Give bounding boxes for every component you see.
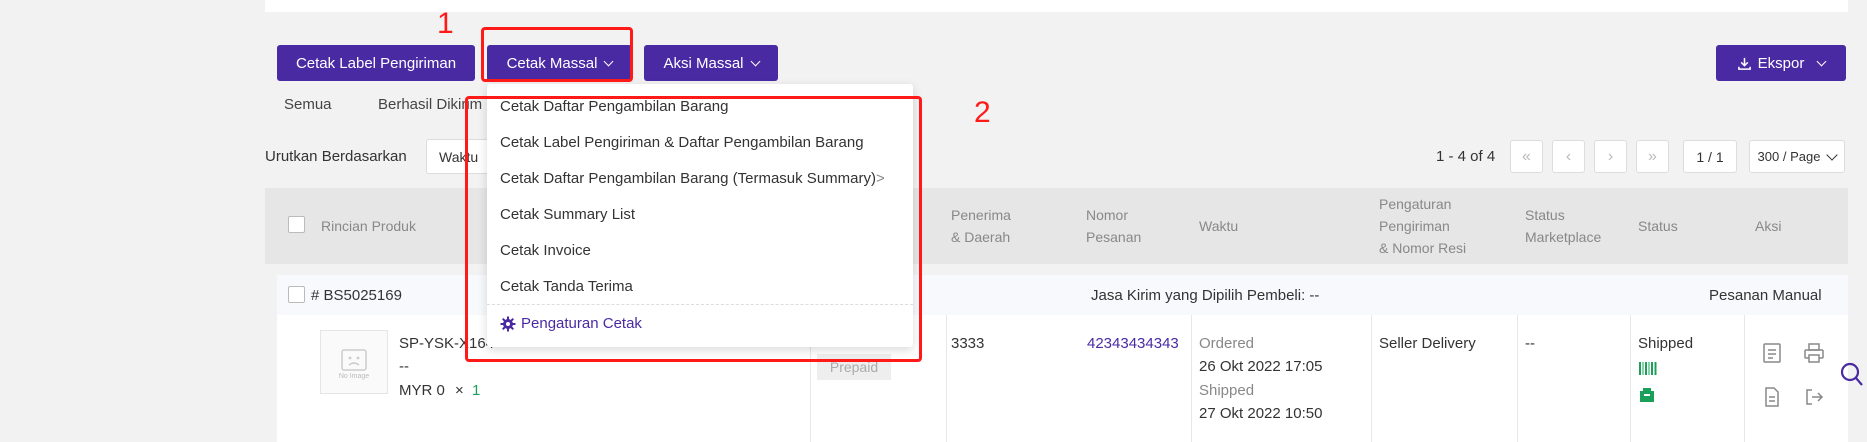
search-icon[interactable] [1840,362,1864,388]
annotation-number-1: 1 [437,7,454,40]
shipped-label: Shipped [1199,382,1255,399]
order-number-link[interactable]: 42343434343 [1087,332,1179,355]
col-receiver-1: Penerima [951,207,1011,223]
per-page-select[interactable]: 300 / Page [1749,140,1845,173]
divider [1517,315,1518,442]
ordered-label: Ordered [1199,335,1255,352]
product-image: No Image [320,330,388,394]
product-variant: -- [399,358,409,375]
quantity-value: 1 [471,382,481,399]
top-card [265,0,1848,12]
print-shipping-label-text: Cetak Label Pengiriman [295,54,457,72]
col-shipping-1: Pengaturan [1379,196,1452,212]
pagination-range: 1 - 4 of 4 [1436,148,1496,165]
col-shipping-3: & Nomor Resi [1379,240,1467,256]
chevron-down-icon [1826,148,1839,161]
return-icon[interactable] [1803,386,1825,408]
export-button[interactable]: Ekspor [1716,45,1846,81]
col-status: Status [1638,218,1678,234]
courier-note: Jasa Kirim yang Dipilih Pembeli: -- [1091,287,1320,304]
print-shipping-label-button[interactable]: Cetak Label Pengiriman [277,45,475,81]
next-page-icon[interactable]: › [1594,140,1627,173]
col-receiver-2: & Daerah [951,229,1011,245]
col-mp-status-2: Marketplace [1525,229,1602,245]
col-mp-status-1: Status [1525,207,1565,223]
no-image-text: No Image [338,372,370,380]
annotation-box-1 [481,27,633,82]
shipped-time: 27 Okt 2022 10:50 [1199,405,1323,422]
export-text: Ekspor [1757,54,1805,72]
marketplace-status: -- [1525,335,1535,352]
price-value: MYR 0 [399,382,445,399]
product-price: MYR 0 × 1 [399,379,480,402]
ordered-time: 26 Okt 2022 17:05 [1199,358,1323,375]
shipping-method: Seller Delivery [1379,335,1476,352]
divider [1630,315,1631,442]
barcode-icon [1639,362,1657,375]
col-time: Waktu [1199,218,1239,234]
divider [1191,315,1192,442]
per-page-value: 300 / Page [1757,149,1821,164]
print-icon[interactable] [1803,342,1825,364]
col-action: Aksi [1755,218,1782,234]
prev-page-icon[interactable]: ‹ [1552,140,1585,173]
order-checkbox[interactable] [288,286,305,303]
package-icon [1640,388,1654,402]
mass-action-button[interactable]: Aksi Massal [644,45,778,81]
col-product: Rincian Produk [321,218,416,234]
chevron-down-icon [1816,56,1827,66]
annotation-box-2 [465,96,922,362]
receiver-value: 3333 [951,335,985,352]
first-page-icon[interactable]: « [1510,140,1543,173]
invoice-icon[interactable] [1761,342,1783,364]
document-icon[interactable] [1761,386,1783,408]
chevron-down-icon [750,56,760,66]
status-value: Shipped [1638,335,1694,352]
annotation-number-2: 2 [974,96,991,129]
tab-all[interactable]: Semua [284,96,332,113]
select-all-checkbox[interactable] [288,216,305,233]
col-shipping-2: Pengiriman [1379,218,1450,234]
order-type: Pesanan Manual [1709,287,1822,304]
mass-action-text: Aksi Massal [663,54,744,72]
times-sign: × [455,382,464,399]
order-id: # BS5025169 [311,287,402,304]
sort-label: Urutkan Berdasarkan [265,148,407,165]
divider [1744,315,1745,442]
page-input[interactable]: 1 / 1 [1683,140,1737,173]
no-image-icon [341,348,367,371]
col-order-2: Pesanan [1086,229,1142,245]
last-page-icon[interactable]: » [1636,140,1669,173]
divider [1371,315,1372,442]
download-icon [1737,57,1751,70]
divider [946,315,947,442]
col-order-1: Nomor [1086,207,1129,223]
